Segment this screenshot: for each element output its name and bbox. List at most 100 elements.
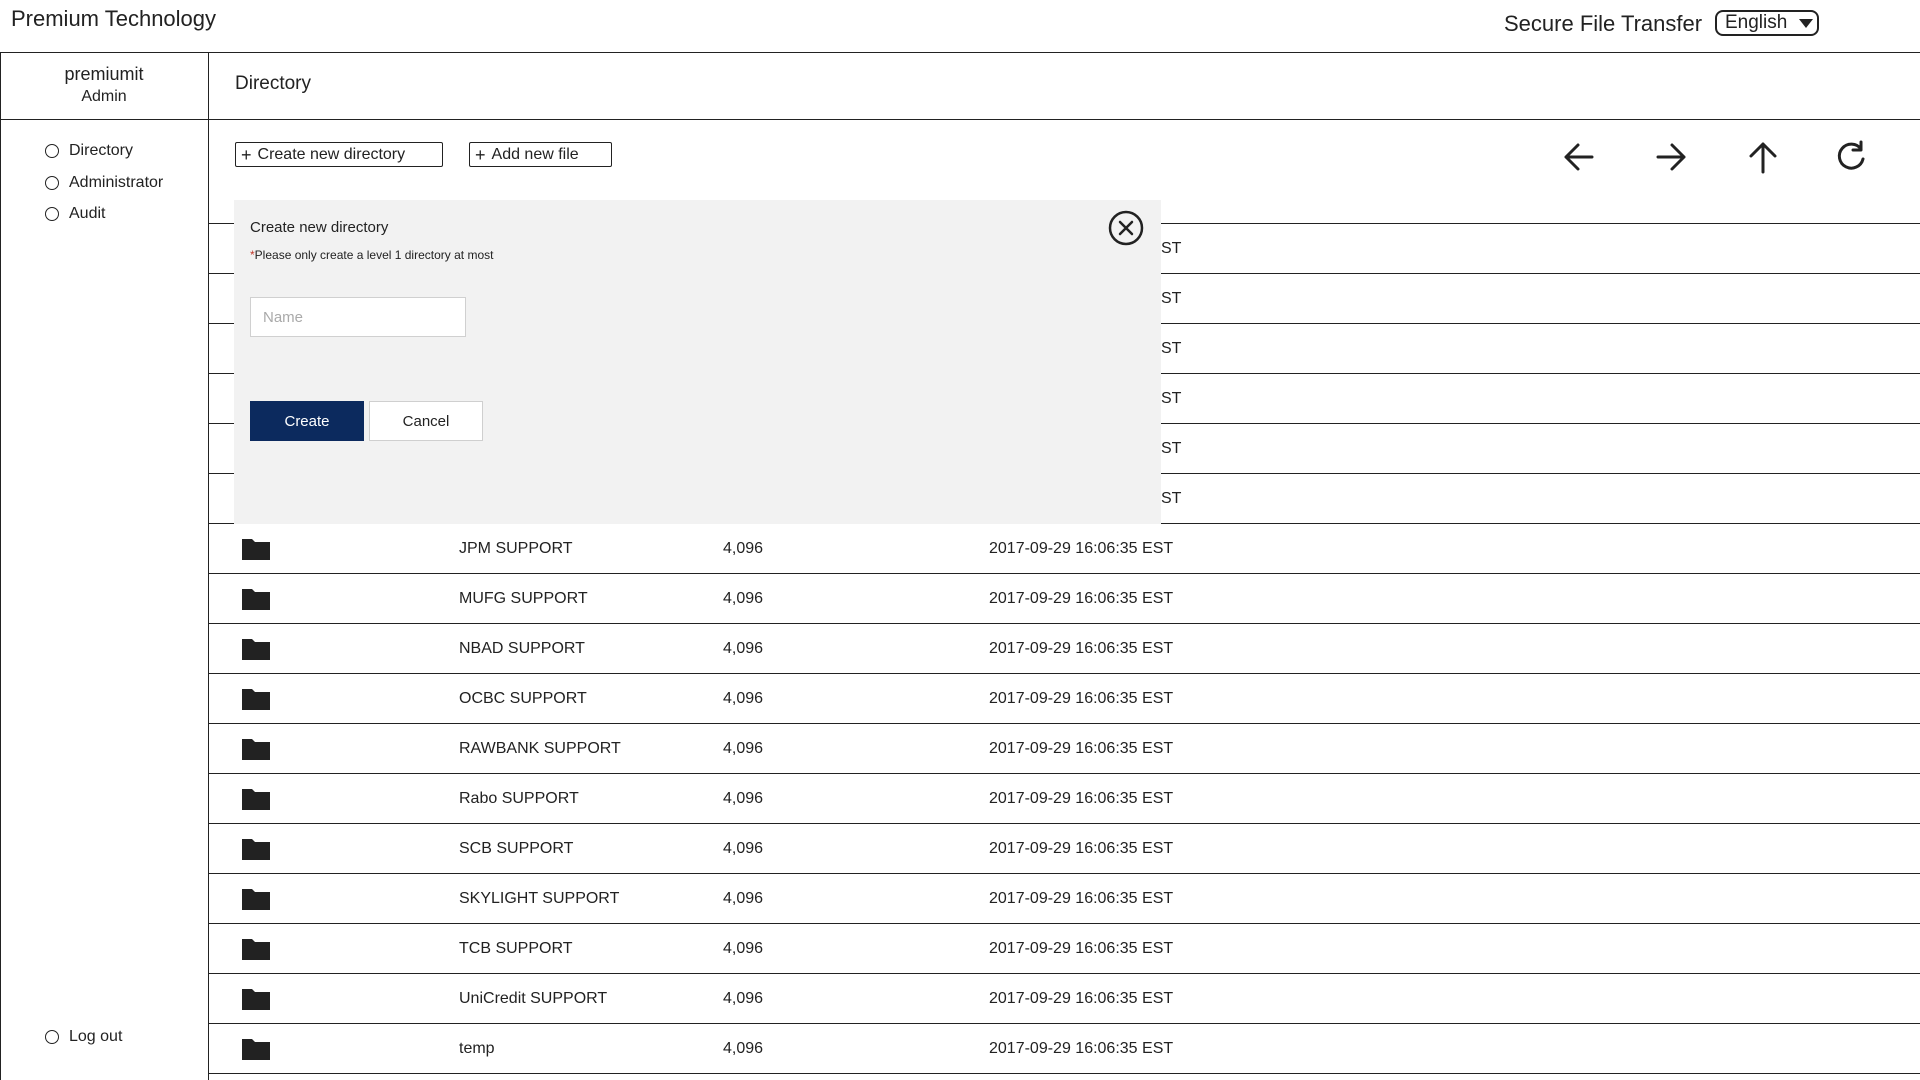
logout-label: Log out: [69, 1028, 123, 1045]
sidebar-item-audit[interactable]: Audit: [45, 205, 105, 223]
row-modified-partial: ST: [1161, 490, 1182, 507]
row-size: 4,096: [723, 640, 764, 657]
folder-icon: [241, 1024, 271, 1074]
row-size: 4,096: [723, 690, 764, 707]
table-row[interactable]: MUFG SUPPORT 4,096 2017-09-29 16:06:35 E…: [209, 574, 1920, 624]
dialog-note-text: Please only create a level 1 directory a…: [254, 248, 494, 262]
directory-name-input[interactable]: [250, 297, 466, 337]
language-value: English: [1725, 12, 1788, 33]
table-row[interactable]: UniCredit SUPPORT 4,096 2017-09-29 16:06…: [209, 974, 1920, 1024]
folder-icon: [241, 874, 271, 924]
dialog-title: Create new directory: [250, 219, 389, 236]
row-name: Rabo SUPPORT: [459, 790, 579, 807]
cancel-button[interactable]: Cancel: [369, 401, 483, 441]
sidebar-item-administrator[interactable]: Administrator: [45, 174, 163, 192]
dialog-note: *Please only create a level 1 directory …: [250, 248, 493, 262]
table-row[interactable]: temp 4,096 2017-09-29 16:06:35 EST: [209, 1024, 1920, 1074]
row-name: SKYLIGHT SUPPORT: [459, 890, 620, 907]
table-row[interactable]: NBAD SUPPORT 4,096 2017-09-29 16:06:35 E…: [209, 624, 1920, 674]
row-size: 4,096: [723, 590, 764, 607]
plus-icon: +: [475, 144, 486, 165]
row-name: NBAD SUPPORT: [459, 640, 585, 657]
create-directory-dialog: Create new directory *Please only create…: [234, 200, 1161, 524]
create-directory-label: Create new directory: [257, 145, 406, 163]
radio-icon: [45, 176, 59, 190]
radio-icon: [45, 207, 59, 221]
sidebar-left-border: [0, 52, 1, 1080]
row-size: 4,096: [723, 990, 764, 1007]
row-modified: 2017-09-29 16:06:35 EST: [989, 540, 1174, 557]
table-row[interactable]: Rabo SUPPORT 4,096 2017-09-29 16:06:35 E…: [209, 774, 1920, 824]
radio-icon: [45, 1030, 59, 1044]
row-modified: 2017-09-29 16:06:35 EST: [989, 990, 1174, 1007]
table-row[interactable]: RAWBANK SUPPORT 4,096 2017-09-29 16:06:3…: [209, 724, 1920, 774]
folder-icon: [241, 824, 271, 874]
sidebar-item-directory[interactable]: Directory: [45, 142, 133, 160]
table-row[interactable]: TCB SUPPORT 4,096 2017-09-29 16:06:35 ES…: [209, 924, 1920, 974]
row-size: 4,096: [723, 940, 764, 957]
folder-icon: [241, 674, 271, 724]
row-size: 4,096: [723, 890, 764, 907]
language-select[interactable]: English: [1715, 10, 1819, 36]
brand-title: Premium Technology: [11, 6, 217, 31]
user-role: Admin: [81, 88, 127, 105]
add-file-button[interactable]: + Add new file: [469, 142, 612, 167]
username: premiumit: [64, 64, 144, 84]
row-modified-partial: ST: [1161, 390, 1182, 407]
row-modified: 2017-09-29 16:06:35 EST: [989, 940, 1174, 957]
refresh-icon[interactable]: [1830, 136, 1872, 178]
row-name: temp: [459, 1040, 495, 1057]
table-row[interactable]: OCBC SUPPORT 4,096 2017-09-29 16:06:35 E…: [209, 674, 1920, 724]
row-name: UniCredit SUPPORT: [459, 990, 608, 1007]
row-modified-partial: ST: [1161, 440, 1182, 457]
row-modified: 2017-09-29 16:06:35 EST: [989, 790, 1174, 807]
row-name: OCBC SUPPORT: [459, 690, 587, 707]
row-name: RAWBANK SUPPORT: [459, 740, 621, 757]
row-name: JPM SUPPORT: [459, 540, 573, 557]
folder-icon: [241, 574, 271, 624]
table-row[interactable]: SCB SUPPORT 4,096 2017-09-29 16:06:35 ES…: [209, 824, 1920, 874]
row-name: SCB SUPPORT: [459, 840, 574, 857]
folder-icon: [241, 924, 271, 974]
create-button[interactable]: Create: [250, 401, 364, 441]
row-size: 4,096: [723, 540, 764, 557]
add-file-label: Add new file: [491, 145, 579, 163]
arrow-right-icon[interactable]: [1650, 136, 1692, 178]
row-modified: 2017-09-29 16:06:35 EST: [989, 690, 1174, 707]
folder-icon: [241, 724, 271, 774]
logout-link[interactable]: Log out: [45, 1028, 122, 1046]
header-divider: [0, 52, 1920, 53]
page-title: Directory: [235, 73, 312, 94]
sidebar-item-label: Audit: [69, 205, 106, 222]
row-modified: 2017-09-29 16:06:35 EST: [989, 890, 1174, 907]
user-info: premiumit Admin: [0, 64, 208, 106]
create-directory-button[interactable]: + Create new directory: [235, 142, 443, 167]
row-size: 4,096: [723, 740, 764, 757]
row-modified: 2017-09-29 16:06:35 EST: [989, 840, 1174, 857]
close-icon[interactable]: [1108, 210, 1144, 246]
row-modified-partial: ST: [1161, 340, 1182, 357]
row-size: 4,096: [723, 840, 764, 857]
caret-down-icon: [1799, 18, 1814, 28]
folder-icon: [241, 774, 271, 824]
row-modified: 2017-09-29 16:06:35 EST: [989, 740, 1174, 757]
row-name: TCB SUPPORT: [459, 940, 573, 957]
sidebar-item-label: Directory: [69, 142, 134, 159]
folder-icon: [241, 974, 271, 1024]
row-modified: 2017-09-29 16:06:35 EST: [989, 590, 1174, 607]
row-size: 4,096: [723, 790, 764, 807]
table-row[interactable]: SKYLIGHT SUPPORT 4,096 2017-09-29 16:06:…: [209, 874, 1920, 924]
row-size: 4,096: [723, 1040, 764, 1057]
radio-icon: [45, 144, 59, 158]
folder-icon: [241, 524, 271, 574]
row-modified-partial: ST: [1161, 240, 1182, 257]
table-row[interactable]: JPM SUPPORT 4,096 2017-09-29 16:06:35 ES…: [209, 524, 1920, 574]
arrow-up-icon[interactable]: [1742, 136, 1784, 178]
row-modified: 2017-09-29 16:06:35 EST: [989, 640, 1174, 657]
row-modified-partial: ST: [1161, 290, 1182, 307]
product-title: Secure File Transfer: [1504, 11, 1703, 36]
arrow-left-icon[interactable]: [1558, 136, 1600, 178]
title-divider: [0, 119, 1920, 120]
row-modified: 2017-09-29 16:06:35 EST: [989, 1040, 1174, 1057]
plus-icon: +: [241, 144, 252, 165]
